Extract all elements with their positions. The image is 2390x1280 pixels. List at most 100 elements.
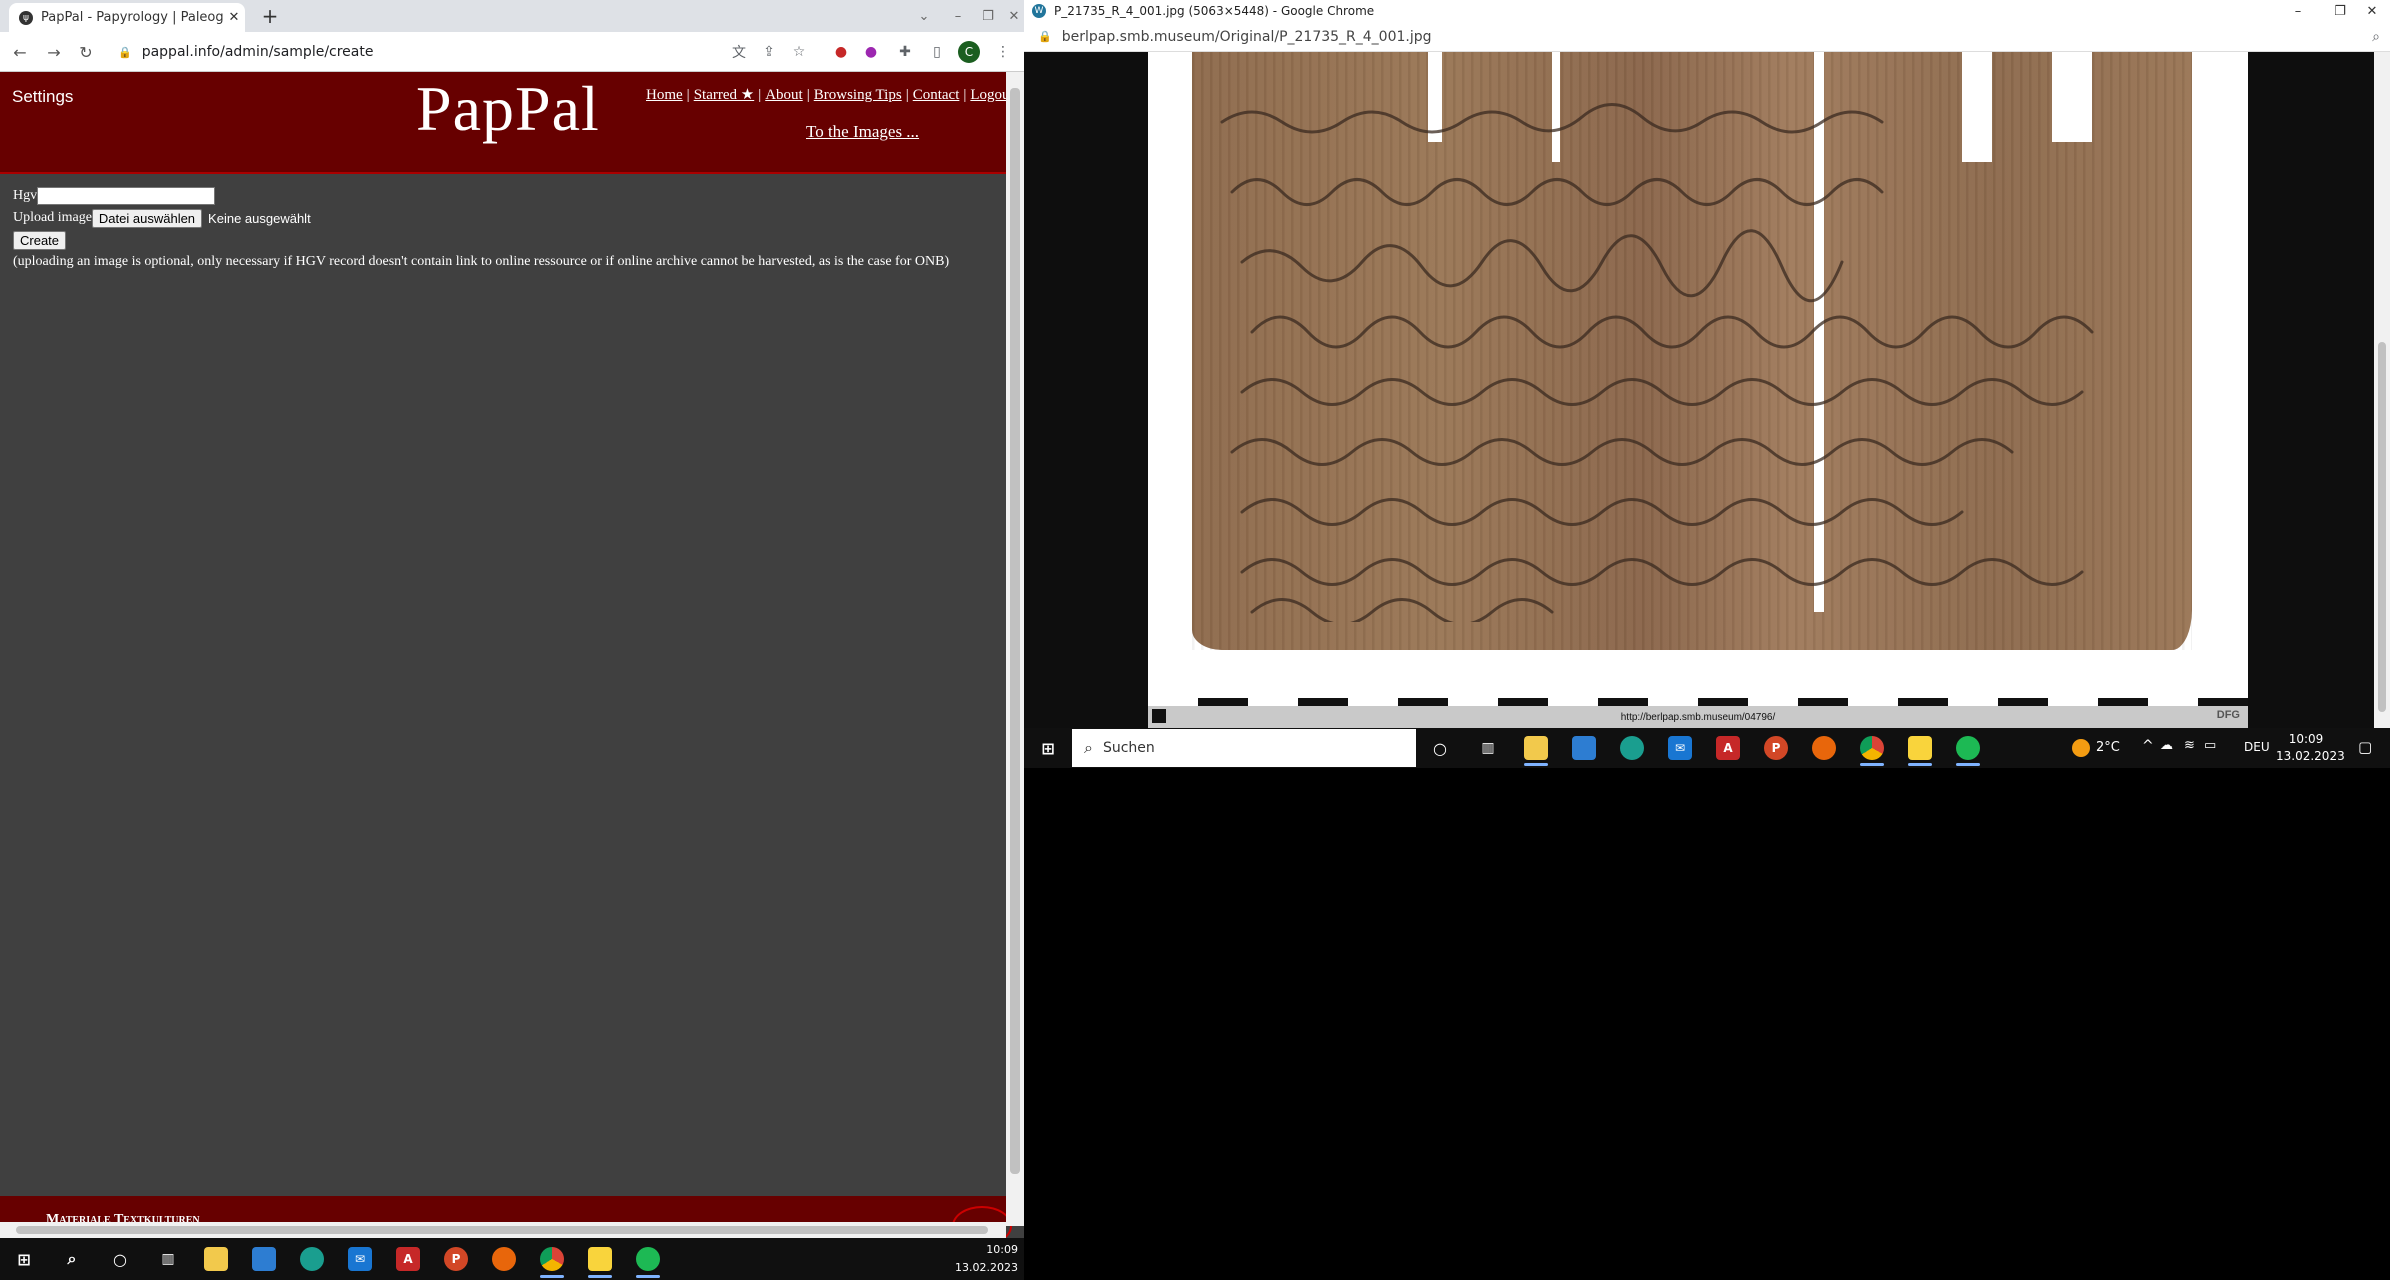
taskbar-search-box[interactable]: ⌕ Suchen	[1072, 729, 1416, 767]
taskbar-search-placeholder: Suchen	[1102, 740, 1155, 756]
right-acrobat-icon[interactable]: A	[1704, 728, 1752, 768]
right-clock[interactable]: 10:09 13.02.2023	[2276, 731, 2345, 765]
image-caption-url: http://berlpap.smb.museum/04796/	[1620, 711, 1776, 723]
close-tab-icon[interactable]: ✕	[223, 10, 245, 25]
left-taskbar: ⊞ ⌕ ○ ▥ ✉ A P 10:09 13.02.2023	[0, 1238, 1024, 1280]
right-start-icon[interactable]: ⊞	[1024, 728, 1072, 768]
to-images-link[interactable]: To the Images ...	[806, 122, 919, 142]
right-powerpoint-icon[interactable]: P	[1752, 728, 1800, 768]
extension-red-icon[interactable]: ●	[830, 41, 852, 63]
lock-icon: 🔒	[118, 45, 132, 59]
url-text: pappal.info/admin/sample/create	[141, 44, 374, 60]
right-scroll-thumb[interactable]	[2378, 342, 2386, 712]
right-clock-date: 13.02.2023	[2276, 749, 2345, 763]
right-sticky-app-icon[interactable]	[1896, 728, 1944, 768]
profile-avatar[interactable]: C	[958, 41, 980, 63]
nav-about[interactable]: About	[765, 87, 803, 103]
right-vertical-scrollbar[interactable]	[2374, 52, 2390, 728]
dfg-logo: DFG	[2216, 709, 2240, 721]
right-url-text: berlpap.smb.museum/Original/P_21735_R_4_…	[1061, 28, 1432, 45]
back-icon[interactable]: ←	[8, 40, 32, 64]
left-clock-date: 13.02.2023	[955, 1261, 1018, 1274]
side-panel-icon[interactable]: ▯	[926, 41, 948, 63]
papyrus-image[interactable]: http://berlpap.smb.museum/04796/ DFG	[1148, 52, 2248, 728]
sticky-app-icon[interactable]	[576, 1238, 624, 1280]
create-button[interactable]: Create	[13, 230, 67, 250]
forward-icon[interactable]: →	[42, 40, 66, 64]
right-restore-icon[interactable]: ❐	[2322, 0, 2358, 22]
temperature-text: 2°C	[2096, 740, 2120, 755]
site-header: Settings PapPal Home | Starred ★ | About | Bro…	[0, 72, 1014, 174]
store-icon[interactable]	[240, 1238, 288, 1280]
choose-file-button[interactable]: Datei auswählen	[91, 208, 203, 228]
handwriting-lines	[1220, 103, 2094, 622]
nav-contact[interactable]: Contact	[913, 87, 960, 103]
create-sample-form: Hgv Upload image Datei auswählen Keine a…	[13, 186, 949, 270]
share-icon[interactable]: ⇪	[758, 41, 780, 63]
spotify-icon[interactable]	[624, 1238, 672, 1280]
horizontal-scroll-thumb[interactable]	[16, 1226, 988, 1234]
onedrive-icon[interactable]: ☁	[2160, 738, 2173, 753]
right-cortana-icon[interactable]: ○	[1416, 728, 1464, 768]
right-file-explorer-icon[interactable]	[1512, 728, 1560, 768]
volume-icon[interactable]: ▭	[2204, 738, 2216, 753]
firefox-icon[interactable]	[480, 1238, 528, 1280]
right-spotify-icon[interactable]	[1944, 728, 1992, 768]
powerpoint-icon[interactable]: P	[432, 1238, 480, 1280]
upload-note: (uploading an image is optional, only ne…	[13, 254, 950, 269]
chrome-icon[interactable]	[528, 1238, 576, 1280]
tab-pappal[interactable]: ψ PapPal - Papyrology | Paleograph ✕	[9, 3, 245, 32]
nav-starred[interactable]: Starred ★	[694, 87, 755, 103]
right-edge-icon[interactable]	[1608, 728, 1656, 768]
right-address-bar[interactable]: 🔒 berlpap.smb.museum/Original/P_21735_R_…	[1024, 22, 2390, 52]
address-toolbar: ← → ↻ 🔒 pappal.info/admin/sample/create …	[0, 32, 1024, 72]
right-task-view-icon[interactable]: ▥	[1464, 728, 1512, 768]
cortana-icon[interactable]: ○	[96, 1238, 144, 1280]
wordpress-icon: W	[1032, 4, 1046, 18]
task-view-icon[interactable]: ▥	[144, 1238, 192, 1280]
tab-search-icon[interactable]: ⌄	[906, 0, 942, 32]
right-store-icon[interactable]	[1560, 728, 1608, 768]
museum-logo	[1152, 709, 1166, 723]
new-tab-button[interactable]: +	[258, 4, 282, 28]
taskbar-search-icon: ⌕	[1084, 738, 1093, 757]
start-icon[interactable]: ⊞	[0, 1238, 48, 1280]
vertical-scrollbar[interactable]	[1006, 72, 1024, 1226]
address-bar[interactable]: 🔒 pappal.info/admin/sample/create	[118, 38, 798, 66]
extension-purple-icon[interactable]: ●	[860, 41, 882, 63]
tab-strip: ψ PapPal - Papyrology | Paleograph ✕ + ⌄…	[0, 0, 1024, 32]
reload-icon[interactable]: ↻	[74, 40, 98, 64]
mail-icon[interactable]: ✉	[336, 1238, 384, 1280]
weather-icon[interactable]	[2072, 739, 2090, 757]
zoom-icon[interactable]: ⌕	[2372, 29, 2380, 45]
wifi-icon[interactable]: ≋	[2184, 738, 2195, 753]
right-minimize-icon[interactable]: –	[2280, 0, 2316, 22]
right-chrome-icon[interactable]	[1848, 728, 1896, 768]
language-indicator[interactable]: DEU	[2244, 740, 2270, 754]
settings-link[interactable]: Settings	[12, 87, 73, 107]
nav-home[interactable]: Home	[646, 87, 683, 103]
vertical-scroll-thumb[interactable]	[1010, 88, 1020, 1174]
right-browser-window: W P_21735_R_4_001.jpg (5063×5448) - Goog…	[1024, 0, 2390, 768]
bookmark-star-icon[interactable]: ☆	[788, 41, 810, 63]
site-logo[interactable]: PapPal	[416, 72, 600, 146]
extensions-puzzle-icon[interactable]: ✚	[894, 41, 916, 63]
search-icon[interactable]: ⌕	[48, 1238, 96, 1280]
right-mail-icon[interactable]: ✉	[1656, 728, 1704, 768]
hgv-label: Hgv	[13, 188, 38, 203]
left-browser-window: ψ PapPal - Papyrology | Paleograph ✕ + ⌄…	[0, 0, 1024, 1280]
tray-chevron-icon[interactable]: ^	[2142, 738, 2154, 754]
notification-icon[interactable]: ▢	[2358, 738, 2372, 756]
right-close-icon[interactable]: ✕	[2354, 0, 2390, 22]
acrobat-icon[interactable]: A	[384, 1238, 432, 1280]
hgv-input[interactable]	[37, 187, 216, 205]
right-lock-icon: 🔒	[1038, 30, 1052, 43]
edge-icon[interactable]	[288, 1238, 336, 1280]
right-firefox-icon[interactable]	[1800, 728, 1848, 768]
menu-kebab-icon[interactable]: ⋮	[992, 41, 1014, 63]
left-clock[interactable]: 10:09 13.02.2023	[955, 1241, 1018, 1277]
horizontal-scrollbar[interactable]	[0, 1222, 1006, 1238]
nav-browsing-tips[interactable]: Browsing Tips	[814, 87, 902, 103]
file-explorer-icon[interactable]	[192, 1238, 240, 1280]
translate-icon[interactable]: 文	[728, 41, 750, 63]
